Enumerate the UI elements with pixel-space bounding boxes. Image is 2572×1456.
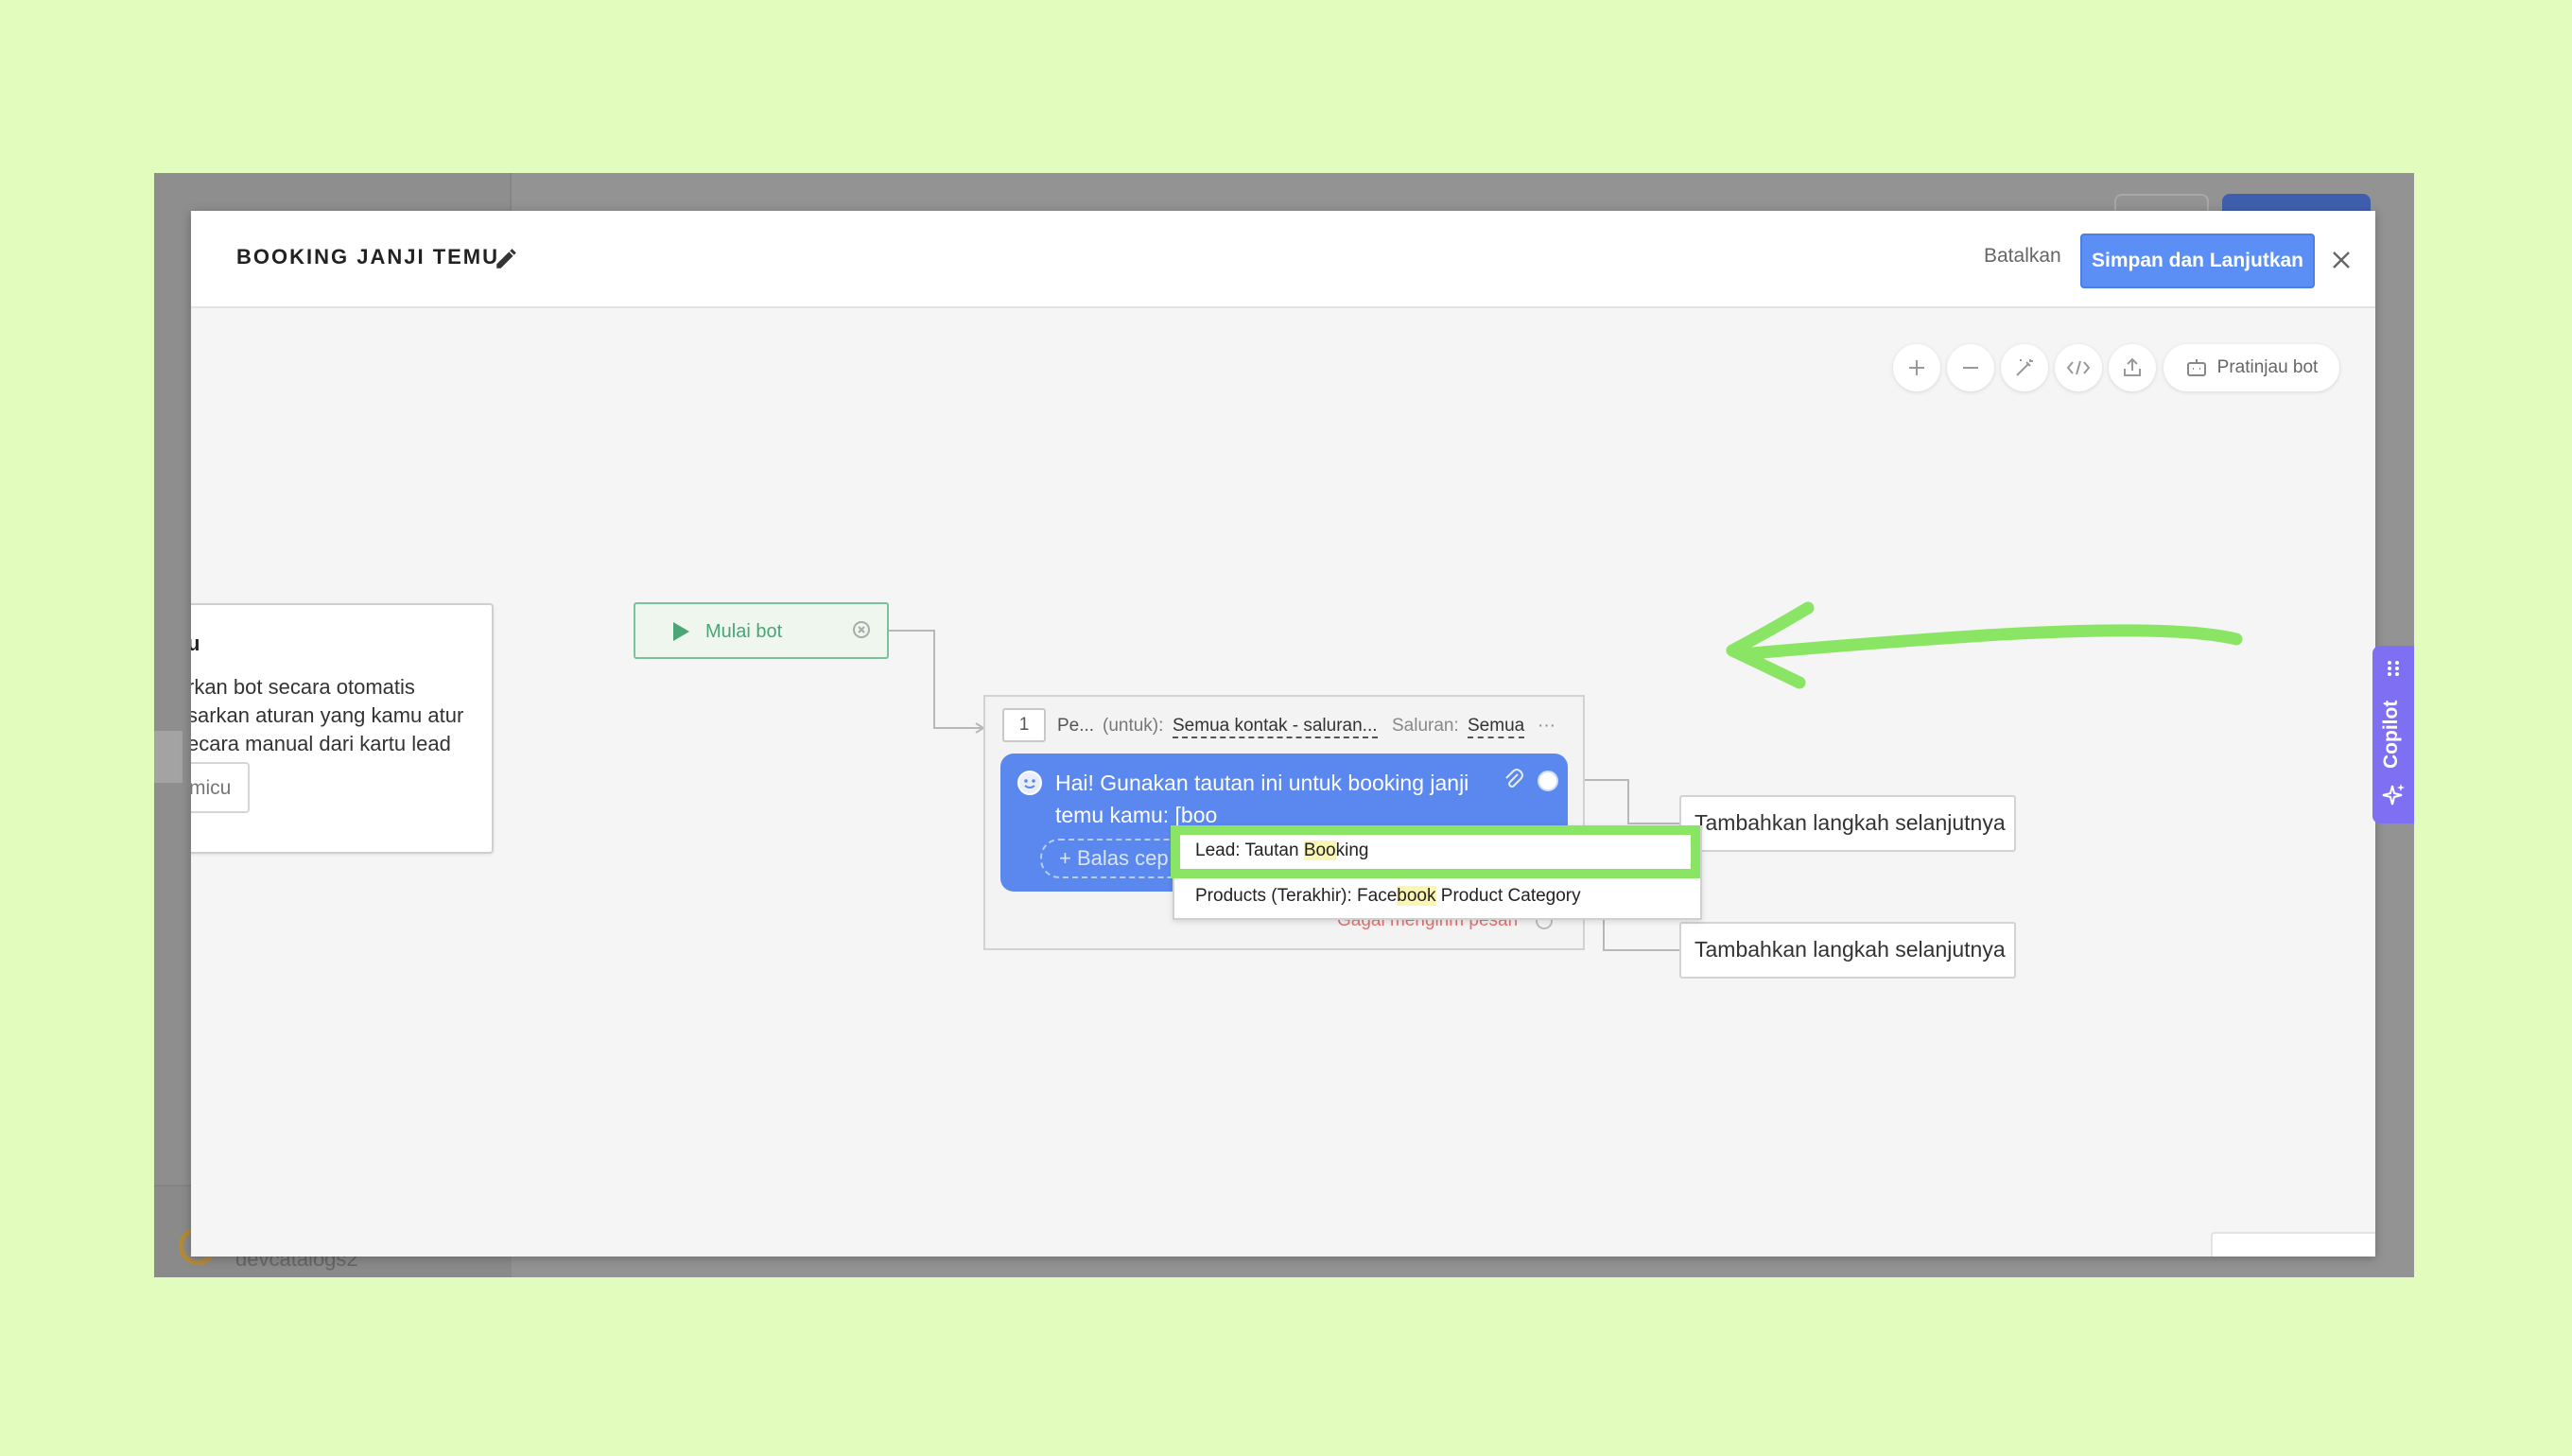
step-for-label: (untuk): (1103, 716, 1164, 736)
step-channel-selector[interactable]: Semua (1468, 716, 1525, 738)
suggestion-text: Products (Terakhir): Face (1195, 886, 1398, 906)
page-title: BOOKING JANJI TEMU (236, 245, 500, 269)
smiley-icon[interactable] (1016, 769, 1044, 797)
cancel-button[interactable]: Batalkan (1984, 245, 2061, 268)
bot-icon (2186, 359, 2206, 376)
code-icon (2066, 360, 2091, 375)
suggestion-match: book (1397, 886, 1436, 906)
trigger-description-line: ecara manual dari kartu lead (191, 732, 451, 755)
start-bot-node[interactable]: Mulai bot (634, 602, 889, 659)
step-channel-label: Saluran: (1392, 716, 1459, 736)
trigger-description-line: sarkan aturan yang kamu atur (191, 703, 464, 727)
export-icon (2124, 357, 2141, 376)
preview-bot-label: Pratinjau bot (2216, 357, 2319, 377)
minus-icon (1963, 367, 1978, 369)
close-icon[interactable] (2330, 249, 2353, 271)
message-input[interactable]: Hai! Gunakan tautan ini untuk booking ja… (1055, 767, 1500, 831)
sparkle-icon (2382, 784, 2405, 806)
export-button[interactable] (2109, 344, 2156, 391)
start-bot-label: Mulai bot (705, 621, 783, 642)
close-circle-icon[interactable] (851, 619, 872, 640)
annotation-highlight-box (1171, 825, 1700, 878)
background-active-item (154, 731, 182, 783)
drag-handle-icon[interactable] (2384, 659, 2403, 678)
trigger-card[interactable]: u rkan bot secara otomatis sarkan aturan… (191, 603, 494, 854)
paperclip-icon[interactable] (1502, 767, 1524, 791)
bot-editor-modal: BOOKING JANJI TEMU Batalkan Simpan dan L… (191, 211, 2375, 1257)
modal-header: BOOKING JANJI TEMU Batalkan Simpan dan L… (191, 211, 2375, 308)
play-icon (673, 622, 689, 641)
zoom-in-button[interactable] (1893, 344, 1940, 391)
step-name[interactable]: Pe... (1057, 716, 1094, 737)
auto-arrange-button[interactable] (2001, 344, 2048, 391)
save-and-continue-button[interactable]: Simpan dan Lanjutkan (2080, 234, 2315, 288)
step-number: 1 (1002, 708, 1046, 742)
copilot-label: Copilot (2380, 700, 2402, 769)
minimap-preview (2213, 1234, 2375, 1257)
add-next-step-button[interactable]: Tambahkan langkah selanjutnya (1679, 795, 2016, 852)
zoom-out-button[interactable] (1947, 344, 1994, 391)
suggestion-facebook-product-category[interactable]: Products (Terakhir): Facebook Product Ca… (1195, 886, 1581, 907)
step-audience-selector[interactable]: Semua kontak - saluran... (1173, 716, 1378, 738)
copilot-tab[interactable]: Copilot (2372, 646, 2414, 823)
add-next-step-button[interactable]: Tambahkan langkah selanjutnya (1679, 922, 2016, 979)
flow-canvas[interactable]: Pratinjau bot u rkan bot secara otomatis… (191, 310, 2375, 1257)
trigger-heading: u (191, 632, 200, 655)
preview-bot-button[interactable]: Pratinjau bot (2164, 344, 2339, 391)
pencil-icon[interactable] (494, 247, 518, 271)
trigger-button[interactable]: micu (191, 762, 250, 813)
magic-wand-icon (2016, 359, 2033, 376)
trigger-description-line: rkan bot secara otomatis (191, 675, 415, 699)
code-view-button[interactable] (2055, 344, 2102, 391)
more-options-button[interactable]: ··· (1538, 716, 1555, 737)
output-port[interactable] (1538, 771, 1558, 791)
minimap[interactable] (2211, 1232, 2375, 1257)
plus-icon (1909, 360, 1924, 375)
suggestion-text: Product Category (1435, 886, 1581, 906)
